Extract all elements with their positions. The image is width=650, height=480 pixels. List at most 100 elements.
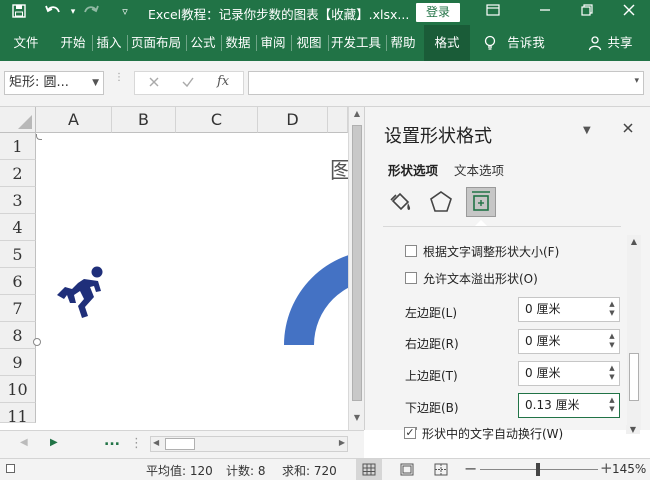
status-sum: 求和: 720 bbox=[282, 464, 337, 478]
right-margin-field[interactable]: 0 厘米 ▲ ▼ bbox=[518, 329, 620, 354]
status-count: 计数: 8 bbox=[226, 464, 266, 478]
tab-help[interactable]: 帮助 bbox=[387, 25, 419, 61]
spinner-icon[interactable]: ▲ ▼ bbox=[607, 332, 617, 352]
row-header-10[interactable]: 10 bbox=[0, 376, 36, 403]
next-sheet-icon[interactable]: ▶ bbox=[50, 437, 58, 448]
page-layout-view-icon[interactable] bbox=[400, 463, 414, 479]
tab-formulas[interactable]: 公式 bbox=[187, 25, 219, 61]
tell-me-search[interactable]: 告诉我 bbox=[506, 25, 546, 61]
scroll-thumb[interactable] bbox=[352, 125, 362, 401]
effects-pentagon-icon[interactable] bbox=[428, 189, 454, 218]
customize-quick-access-icon[interactable]: ▿ bbox=[116, 3, 134, 21]
title-bar: ▾ ▿ Excel教程：记录你步数的图表【收藏】.xlsx... 登录 bbox=[0, 0, 650, 25]
checkbox-wrap-text-box[interactable]: ✓ bbox=[404, 427, 416, 439]
scroll-right-icon[interactable]: ▶ bbox=[339, 438, 345, 447]
column-header-b[interactable]: B bbox=[112, 107, 176, 133]
tab-home[interactable]: 开始 bbox=[56, 25, 90, 61]
left-margin-field[interactable]: 0 厘米 ▲ ▼ bbox=[518, 297, 620, 322]
running-person-icon[interactable] bbox=[54, 265, 110, 324]
row-header-5[interactable]: 5 bbox=[0, 241, 36, 268]
restore-icon[interactable] bbox=[578, 3, 596, 21]
row-header-6[interactable]: 6 bbox=[0, 268, 36, 295]
column-header-e[interactable] bbox=[328, 107, 348, 133]
tab-review[interactable]: 审阅 bbox=[257, 25, 289, 61]
column-header-c[interactable]: C bbox=[176, 107, 258, 133]
tab-developer[interactable]: 开发工具 bbox=[329, 25, 383, 61]
tab-insert[interactable]: 插入 bbox=[93, 25, 125, 61]
formula-bar-area: 矩形: 圆... ▼ ⋮ fx ▾ bbox=[0, 61, 650, 107]
zoom-level[interactable]: 145% bbox=[612, 462, 646, 476]
redo-icon[interactable] bbox=[82, 3, 100, 21]
checkbox-autofit[interactable] bbox=[405, 245, 417, 257]
donut-arc-shape[interactable] bbox=[280, 247, 348, 347]
expand-formula-bar-icon[interactable]: ▾ bbox=[634, 76, 639, 86]
tab-data[interactable]: 数据 bbox=[222, 25, 254, 61]
pane-close-icon[interactable] bbox=[621, 121, 635, 138]
zoom-out-icon[interactable]: − bbox=[464, 459, 477, 478]
selection-handle[interactable] bbox=[33, 338, 41, 346]
pane-title: 设置形状格式 bbox=[384, 126, 492, 147]
row-header-2[interactable]: 2 bbox=[0, 160, 36, 187]
row-header-11[interactable]: 11 bbox=[0, 403, 36, 423]
column-header-a[interactable]: A bbox=[36, 107, 112, 133]
row-header-8[interactable]: 8 bbox=[0, 322, 36, 349]
more-sheets-icon[interactable]: ... bbox=[104, 433, 120, 449]
spinner-icon[interactable]: ▲ ▼ bbox=[607, 364, 617, 384]
normal-view-icon[interactable] bbox=[356, 459, 382, 480]
column-header-d[interactable]: D bbox=[258, 107, 328, 133]
formula-input[interactable]: ▾ bbox=[248, 71, 644, 95]
pane-scroll-thumb[interactable] bbox=[629, 353, 639, 401]
pane-scroll-up-icon[interactable]: ▲ bbox=[628, 237, 640, 246]
share-button[interactable]: 共享 bbox=[604, 25, 636, 61]
row-header-9[interactable]: 9 bbox=[0, 349, 36, 376]
row-header-7[interactable]: 7 bbox=[0, 295, 36, 322]
chevron-down-icon[interactable]: ▼ bbox=[92, 72, 99, 94]
save-icon[interactable] bbox=[10, 3, 28, 21]
pane-scroll-down-icon[interactable]: ▼ bbox=[626, 425, 640, 434]
drag-handle-icon[interactable]: ⋮ bbox=[114, 73, 124, 91]
row-header-3[interactable]: 3 bbox=[0, 187, 36, 214]
zoom-slider-thumb[interactable] bbox=[536, 463, 540, 476]
vertical-dots-icon[interactable]: ⋮ bbox=[130, 436, 143, 451]
ribbon-display-options-icon[interactable] bbox=[484, 3, 502, 21]
select-all-corner[interactable] bbox=[0, 107, 36, 133]
pane-scrollbar[interactable]: ▲ bbox=[627, 235, 641, 430]
horizontal-scrollbar[interactable]: ◀ ▶ bbox=[150, 436, 348, 452]
minimize-icon[interactable] bbox=[536, 3, 554, 21]
tab-page-layout[interactable]: 页面布局 bbox=[128, 25, 184, 61]
top-margin-field[interactable]: 0 厘米 ▲ ▼ bbox=[518, 361, 620, 386]
zoom-in-icon[interactable]: + bbox=[600, 459, 613, 477]
row-header-1[interactable]: 1 bbox=[0, 133, 36, 160]
tab-view[interactable]: 视图 bbox=[292, 25, 326, 61]
tab-text-options[interactable]: 文本选项 bbox=[454, 160, 504, 179]
insert-function-icon[interactable]: fx bbox=[217, 74, 229, 89]
size-properties-icon[interactable] bbox=[466, 187, 496, 217]
bottom-margin-field[interactable]: 0.13 厘米 ▲ ▼ bbox=[518, 393, 620, 418]
scroll-up-arrow-icon[interactable]: ▲ bbox=[351, 109, 363, 123]
page-break-view-icon[interactable] bbox=[434, 463, 448, 479]
vertical-scrollbar[interactable]: ▲ ▼ bbox=[348, 107, 364, 430]
pane-options-chevron-icon[interactable]: ▼ bbox=[583, 125, 591, 136]
tab-format[interactable]: 格式 bbox=[424, 25, 470, 61]
name-box[interactable]: 矩形: 圆... ▼ bbox=[4, 71, 104, 95]
enter-icon[interactable] bbox=[181, 75, 195, 92]
prev-sheet-icon[interactable]: ◀ bbox=[20, 437, 28, 448]
cell-mode-icon bbox=[6, 464, 15, 473]
cancel-icon[interactable] bbox=[147, 75, 161, 92]
scroll-down-arrow-icon[interactable]: ▼ bbox=[351, 413, 363, 427]
tab-shape-options[interactable]: 形状选项 bbox=[388, 160, 438, 179]
undo-icon[interactable] bbox=[44, 3, 62, 21]
checkbox-overflow[interactable] bbox=[405, 272, 417, 284]
close-icon[interactable] bbox=[620, 3, 638, 21]
row-header-4[interactable]: 4 bbox=[0, 214, 36, 241]
spinner-icon[interactable]: ▲ ▼ bbox=[607, 300, 617, 320]
undo-dropdown-icon[interactable]: ▾ bbox=[64, 3, 82, 21]
spinner-icon[interactable]: ▲ ▼ bbox=[607, 396, 617, 416]
window-title: Excel教程：记录你步数的图表【收藏】.xlsx... bbox=[148, 7, 410, 22]
login-button[interactable]: 登录 bbox=[416, 3, 460, 22]
tab-file[interactable]: 文件 bbox=[8, 25, 44, 61]
fill-line-icon[interactable] bbox=[387, 189, 413, 218]
selection-handle[interactable] bbox=[36, 134, 42, 140]
horizontal-scroll-thumb[interactable] bbox=[165, 438, 195, 450]
scroll-left-icon[interactable]: ◀ bbox=[153, 438, 159, 447]
